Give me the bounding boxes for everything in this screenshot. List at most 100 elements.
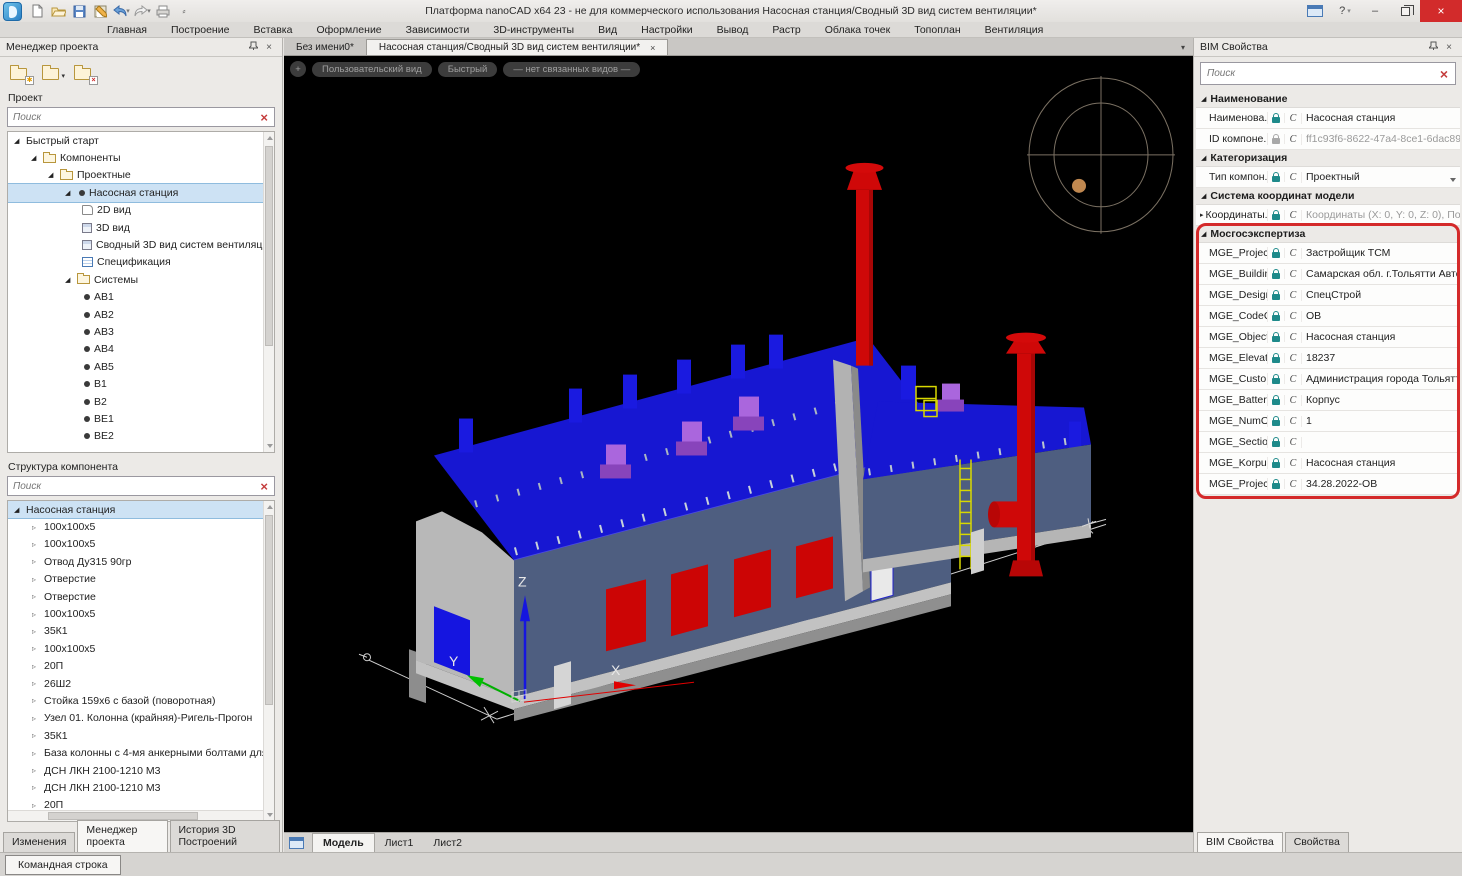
tree-item[interactable]: ▹100x100x5: [8, 518, 274, 535]
menu-vid[interactable]: Вид: [586, 24, 629, 36]
menu-glavnaya[interactable]: Главная: [95, 24, 159, 36]
tree-item-selected[interactable]: ◢Насосная станция: [8, 501, 274, 518]
tree-item[interactable]: ▹Отверстие: [8, 588, 274, 605]
lock-icon[interactable]: [1268, 113, 1285, 123]
tree-item[interactable]: ◢Системы: [8, 271, 274, 288]
property-row[interactable]: MGE_KorpusCНасосная станция: [1196, 453, 1460, 474]
property-row[interactable]: MGE_SectionC: [1196, 432, 1460, 453]
redo-caret-icon[interactable]: ▾: [147, 7, 151, 15]
menu-nastroyki[interactable]: Настройки: [629, 24, 705, 36]
lock-icon[interactable]: [1268, 374, 1285, 384]
open-document-icon[interactable]: [49, 3, 67, 20]
tab-svoystva[interactable]: Свойства: [1285, 832, 1349, 852]
expander-icon[interactable]: ▹: [32, 575, 44, 584]
expander-icon[interactable]: ◢: [65, 189, 77, 197]
tree-item[interactable]: ◢Компоненты: [8, 149, 274, 166]
lock-icon[interactable]: [1268, 210, 1285, 220]
menu-3d-instrumenty[interactable]: 3D-инструменты: [481, 24, 586, 36]
tree-item[interactable]: ▹ДСН ЛКН 2100-1210 М3: [8, 779, 274, 796]
tab-manager-proekta[interactable]: Менеджер проекта: [77, 820, 167, 852]
copy-icon[interactable]: C: [1285, 311, 1302, 322]
group-naimenovanie[interactable]: ◢Наименование: [1196, 91, 1460, 108]
print-icon[interactable]: [154, 3, 172, 20]
sheet-list-icon[interactable]: [289, 837, 304, 849]
new-project-button[interactable]: ✱: [10, 65, 32, 83]
tree-item[interactable]: Спецификация: [8, 254, 274, 271]
tree-item[interactable]: ◢Быстрый старт: [8, 132, 274, 149]
doc-tab-unnamed[interactable]: Без имени0*: [284, 40, 366, 55]
copy-icon[interactable]: C: [1285, 332, 1302, 343]
tree-item[interactable]: ▹ДСН ЛКН 2100-1210 М3: [8, 762, 274, 779]
expander-icon[interactable]: ▹: [32, 696, 44, 705]
expander-icon[interactable]: ◢: [48, 171, 60, 179]
property-row[interactable]: MGE_Buildin...CСамарская обл. г.Тольятти…: [1196, 264, 1460, 285]
tree-item[interactable]: ▹35К1: [8, 727, 274, 744]
clear-search-icon[interactable]: ×: [1433, 66, 1455, 82]
undo-caret-icon[interactable]: ▾: [126, 7, 130, 15]
property-row[interactable]: MGE_Project...C34.28.2022-ОВ: [1196, 474, 1460, 495]
property-row[interactable]: MGE_Elevati...C18237: [1196, 348, 1460, 369]
lock-icon[interactable]: [1268, 458, 1285, 468]
copy-icon[interactable]: C: [1285, 395, 1302, 406]
copy-icon[interactable]: C: [1285, 479, 1302, 490]
save-icon[interactable]: [70, 3, 88, 20]
menu-postroenie[interactable]: Построение: [159, 24, 241, 36]
tab-list1[interactable]: Лист1: [375, 834, 424, 852]
tab-istoriya-3d[interactable]: История 3D Построений: [170, 820, 281, 852]
open-project-button[interactable]: ▾: [42, 65, 64, 83]
doc-tab-active[interactable]: Насосная станция/Сводный 3D вид систем в…: [366, 39, 669, 55]
copy-icon[interactable]: C: [1285, 353, 1302, 364]
menu-vstavka[interactable]: Вставка: [241, 24, 304, 36]
property-row[interactable]: MGE_Custo...CАдминистрация города Тольят…: [1196, 369, 1460, 390]
close-tab-icon[interactable]: ×: [650, 43, 655, 53]
property-row[interactable]: MGE_Project...CЗастройщик ТСМ: [1196, 243, 1460, 264]
app-logo-icon[interactable]: [3, 2, 22, 21]
expander-icon[interactable]: ▹: [32, 627, 44, 636]
copy-icon[interactable]: C: [1285, 269, 1302, 280]
lock-icon[interactable]: [1268, 437, 1285, 447]
tree-item[interactable]: ▹Отверстие: [8, 571, 274, 588]
lock-icon[interactable]: [1268, 269, 1285, 279]
copy-icon[interactable]: C: [1285, 458, 1302, 469]
tree-item[interactable]: ▹Узел 01. Колонна (крайняя)-Ригель-Прого…: [8, 710, 274, 727]
lock-icon[interactable]: [1268, 332, 1285, 342]
menu-oformlenie[interactable]: Оформление: [304, 24, 393, 36]
expander-icon[interactable]: ◢: [31, 154, 43, 162]
bim-search-input[interactable]: [1201, 68, 1433, 79]
expander-icon[interactable]: ▹: [32, 644, 44, 653]
view-name-button[interactable]: Пользовательский вид: [312, 62, 432, 77]
copy-icon[interactable]: C: [1285, 172, 1302, 183]
pin-icon[interactable]: [1425, 41, 1442, 53]
menu-oblaka-tochek[interactable]: Облака точек: [813, 24, 902, 36]
tree-item[interactable]: ВЕ1: [8, 410, 274, 427]
property-row[interactable]: Наименова... C Насосная станция: [1196, 108, 1460, 129]
tab-bim-svoystva[interactable]: BIM Свойства: [1197, 832, 1283, 852]
locator-widget[interactable]: [1027, 76, 1175, 234]
lock-icon[interactable]: [1268, 353, 1285, 363]
tree-item[interactable]: В1: [8, 375, 274, 392]
group-sistema-koordinat[interactable]: ◢Система координат модели: [1196, 188, 1460, 205]
expander-icon[interactable]: ▹: [32, 662, 44, 671]
clear-search-icon[interactable]: ×: [254, 479, 274, 494]
menu-zavisimosti[interactable]: Зависимости: [394, 24, 482, 36]
expander-icon[interactable]: ◢: [14, 506, 26, 514]
tree-item[interactable]: ▹100x100x5: [8, 640, 274, 657]
close-button[interactable]: ×: [1420, 0, 1462, 22]
help-button[interactable]: ?▾: [1330, 0, 1360, 22]
tree-item[interactable]: АВ2: [8, 306, 274, 323]
property-row[interactable]: MGE_Object...CНасосная станция: [1196, 327, 1460, 348]
tree-item[interactable]: ▹100x100x5: [8, 536, 274, 553]
chevron-down-icon[interactable]: [1450, 178, 1456, 182]
tree-item[interactable]: Сводный 3D вид систем вентиляции: [8, 236, 274, 253]
tree-item[interactable]: 3D вид: [8, 219, 274, 236]
save-as-icon[interactable]: [91, 3, 109, 20]
restore-button[interactable]: [1390, 0, 1420, 22]
3d-viewport[interactable]: Z Y X + Пользовательский вид Быстрый — н…: [284, 56, 1193, 832]
property-row[interactable]: Тип компон... C Проектный: [1196, 167, 1460, 188]
copy-icon[interactable]: C: [1285, 290, 1302, 301]
pin-icon[interactable]: [245, 41, 262, 53]
redo-icon[interactable]: ▾: [133, 3, 151, 20]
undo-icon[interactable]: ▾: [112, 3, 130, 20]
property-row[interactable]: MGE_NumOf...C1: [1196, 411, 1460, 432]
structure-search-input[interactable]: [8, 481, 254, 492]
